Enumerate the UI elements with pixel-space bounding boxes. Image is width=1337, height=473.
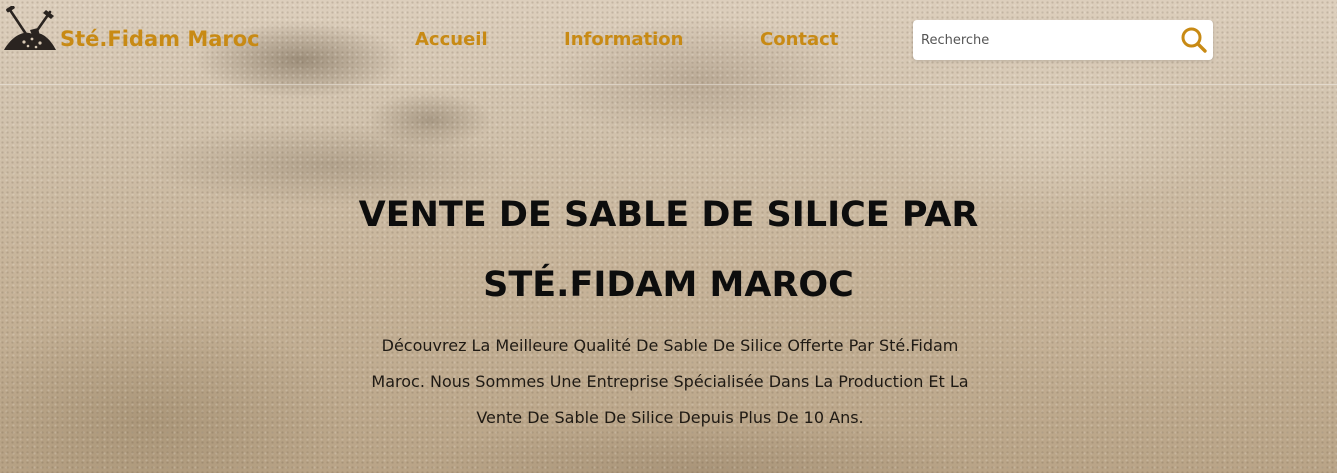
search-button[interactable] — [1179, 25, 1209, 55]
brand-name[interactable]: Sté.Fidam Maroc — [60, 27, 260, 51]
search-box — [913, 20, 1213, 60]
search-icon — [1181, 27, 1207, 53]
hero-description-line: Vente De Sable De Silice Depuis Plus De … — [476, 408, 864, 427]
navbar: Sté.Fidam Maroc Accueil Information Cont… — [0, 0, 1337, 85]
hero-description: Découvrez La Meilleure Qualité De Sable … — [300, 328, 1040, 436]
logo[interactable] — [2, 5, 58, 52]
search-input[interactable] — [921, 26, 1171, 54]
sand-shovel-icon — [4, 5, 56, 50]
nav-link-information[interactable]: Information — [564, 29, 683, 50]
nav-link-contact[interactable]: Contact — [760, 29, 838, 50]
hero-description-line: Maroc. Nous Sommes Une Entreprise Spécia… — [371, 372, 969, 391]
hero-title-line: VENTE DE SABLE DE SILICE PAR — [358, 195, 979, 235]
hero-description-line: Découvrez La Meilleure Qualité De Sable … — [381, 336, 959, 355]
hero-title-line: STÉ.FIDAM MAROC — [483, 265, 854, 305]
hero-title: VENTE DE SABLE DE SILICE PAR STÉ.FIDAM M… — [0, 180, 1337, 320]
nav-link-accueil[interactable]: Accueil — [415, 29, 488, 50]
